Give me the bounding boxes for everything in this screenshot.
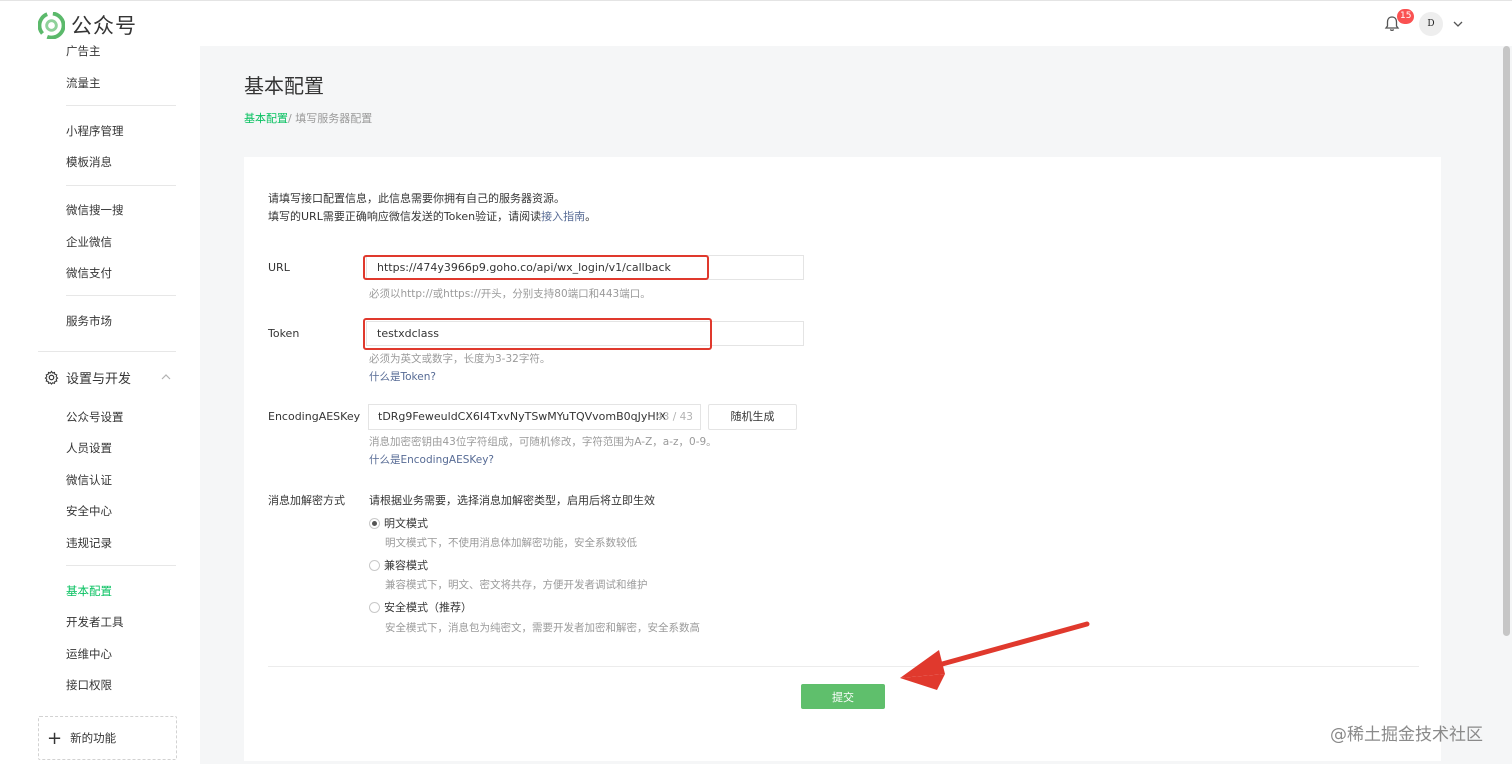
sidebar-item-basic-config[interactable]: 基本配置 — [66, 583, 112, 599]
form-divider — [268, 666, 1419, 667]
aes-input[interactable]: tDRg9FeweuldCX6I4TxvNyTSwMYuTQVvomB0qJyH… — [368, 404, 701, 430]
aes-hint: 消息加密密钥由43位字符组成，可随机修改，字符范围为A-Z，a-z，0-9。 — [369, 436, 717, 448]
intro-line-2: 填写的URL需要正确响应微信发送的Token验证，请阅读接入指南。 — [268, 210, 597, 223]
aes-label: EncodingAESKey — [268, 410, 361, 423]
sidebar-item-verification[interactable]: 微信认证 — [66, 472, 112, 488]
sidebar-item-template-message[interactable]: 模板消息 — [66, 154, 112, 170]
intro-line-1: 请填写接口配置信息，此信息需要你拥有自己的服务器资源。 — [268, 192, 565, 205]
wechat-official-logo-icon — [38, 11, 65, 39]
sidebar-item-member-settings[interactable]: 人员设置 — [66, 440, 112, 456]
sidebar-item-developer-tools[interactable]: 开发者工具 — [66, 614, 124, 630]
sidebar-item-wechat-search[interactable]: 微信搜一搜 — [66, 202, 124, 218]
breadcrumb-current: / 填写服务器配置 — [288, 112, 373, 125]
sidebar-item-security-center[interactable]: 安全中心 — [66, 503, 112, 519]
radio-description: 安全模式下，消息包为纯密文，需要开发者加密和解密，安全系数高 — [385, 622, 700, 634]
breadcrumb-link[interactable]: 基本配置 — [244, 112, 288, 125]
radio-button[interactable] — [369, 601, 380, 613]
aes-counter: 43 / 43 — [656, 411, 693, 423]
chevron-up-icon — [161, 374, 171, 380]
mode-label: 消息加解密方式 — [268, 494, 345, 507]
new-function-label: 新的功能 — [70, 731, 117, 745]
sidebar-item-advertiser[interactable]: 广告主 — [66, 43, 101, 59]
breadcrumb: 基本配置/ 填写服务器配置 — [244, 110, 372, 126]
aes-help-link[interactable]: 什么是EncodingAESKey? — [369, 452, 494, 467]
radio-plaintext-mode[interactable]: 明文模式 — [369, 515, 428, 531]
logo-text: 公众号 — [71, 14, 137, 38]
radio-description: 兼容模式下，明文、密文将共存，方便开发者调试和维护 — [385, 579, 648, 591]
radio-safe-mode[interactable]: 安全模式（推荐） — [369, 599, 472, 615]
radio-label: 兼容模式 — [384, 559, 428, 572]
intro-text: 请填写接口配置信息，此信息需要你拥有自己的服务器资源。 填写的URL需要正确响应… — [268, 190, 596, 226]
token-hint: 必须为英文或数字，长度为3-32字符。 — [369, 353, 551, 365]
new-function-button[interactable]: + 新的功能 — [38, 716, 177, 760]
url-label: URL — [268, 261, 290, 274]
token-input[interactable]: testxdclass — [363, 318, 712, 350]
sidebar-divider — [66, 185, 176, 186]
watermark: @稀土掘金技术社区 — [1330, 725, 1483, 745]
sidebar-divider — [38, 351, 176, 352]
chevron-down-icon[interactable] — [1451, 17, 1465, 31]
aes-value: tDRg9FeweuldCX6I4TxvNyTSwMYuTQVvomB0qJyH… — [378, 410, 667, 423]
sidebar-divider — [66, 105, 176, 106]
sidebar-item-ops-center[interactable]: 运维中心 — [66, 646, 112, 662]
top-bar: 公众号 15 D — [0, 0, 1512, 46]
page-title: 基本配置 — [244, 74, 324, 98]
scrollbar[interactable] — [1503, 46, 1510, 636]
radio-compatible-mode[interactable]: 兼容模式 — [369, 557, 428, 573]
sidebar-item-publisher[interactable]: 流量主 — [66, 75, 101, 91]
sidebar-item-violation-records[interactable]: 违规记录 — [66, 535, 112, 551]
random-generate-button[interactable]: 随机生成 — [708, 404, 797, 430]
url-input[interactable]: https://474y3966p9.goho.co/api/wx_login/… — [363, 255, 709, 280]
radio-description: 明文模式下，不使用消息体加解密功能，安全系数较低 — [385, 537, 637, 549]
sidebar-item-wechat-pay[interactable]: 微信支付 — [66, 265, 112, 281]
radio-button-checked[interactable] — [369, 517, 380, 529]
radio-button[interactable] — [369, 559, 380, 571]
logo[interactable]: 公众号 — [38, 10, 137, 40]
sidebar-group-settings-dev[interactable]: 设置与开发 — [44, 368, 176, 387]
mode-description: 请根据业务需要，选择消息加解密类型，启用后将立即生效 — [369, 494, 655, 507]
sidebar-divider — [66, 295, 176, 296]
annotation-arrow-icon — [900, 621, 1090, 690]
url-hint: 必须以http://或https://开头，分别支持80端口和443端口。 — [369, 288, 651, 300]
plus-icon: + — [47, 727, 63, 749]
gear-icon — [44, 370, 59, 385]
sidebar-item-miniprogram[interactable]: 小程序管理 — [66, 123, 124, 139]
access-guide-link[interactable]: 接入指南 — [541, 210, 585, 223]
radio-label: 安全模式（推荐） — [384, 601, 472, 614]
sidebar-divider — [66, 565, 176, 566]
notification-badge: 15 — [1397, 9, 1415, 24]
sidebar-item-account-settings[interactable]: 公众号设置 — [66, 409, 124, 425]
avatar[interactable]: D — [1419, 12, 1443, 36]
token-label: Token — [268, 327, 300, 340]
sidebar-item-api-permissions[interactable]: 接口权限 — [66, 677, 112, 693]
sidebar-item-service-market[interactable]: 服务市场 — [66, 313, 112, 329]
token-help-link[interactable]: 什么是Token? — [369, 369, 436, 384]
sidebar-group-label: 设置与开发 — [66, 371, 132, 387]
sidebar-item-work-wechat[interactable]: 企业微信 — [66, 234, 112, 250]
submit-button[interactable]: 提交 — [801, 684, 885, 709]
radio-label: 明文模式 — [384, 517, 428, 530]
